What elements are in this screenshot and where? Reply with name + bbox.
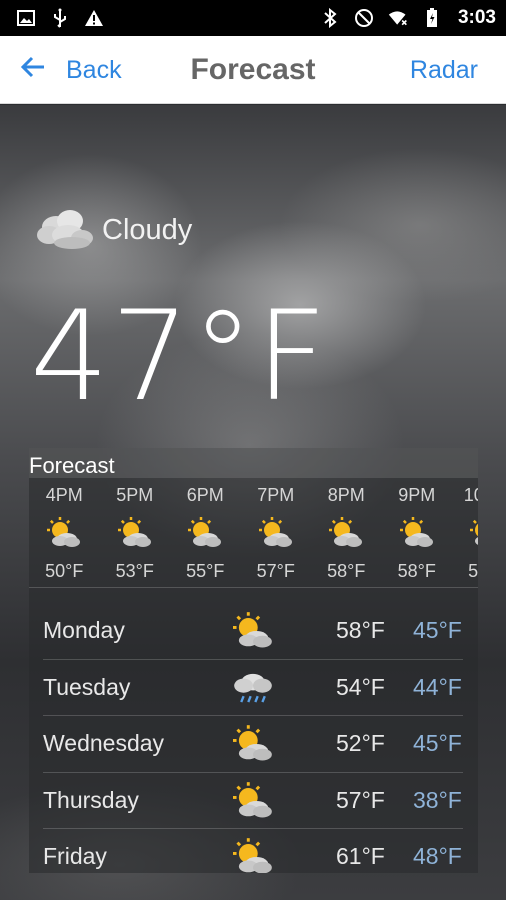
hour-temp: 58°F [468, 561, 478, 581]
hourly-item: 5PM 53°F [100, 482, 171, 590]
app-bar: Back Forecast Radar [0, 36, 506, 104]
wifi-icon [388, 8, 408, 28]
current-conditions: Cloudy [34, 205, 192, 256]
bluetooth-icon [320, 8, 340, 28]
day-name: Wednesday [43, 730, 165, 756]
daily-row[interactable]: Monday 58°F 45°F [43, 603, 463, 660]
hour-time: 8PM [327, 485, 365, 505]
hourly-item: 6PM 55°F [170, 482, 241, 590]
hourly-item: 8PM 58°F [311, 482, 382, 590]
partly-sunny-icon [469, 508, 478, 558]
hour-time: 10PM [463, 485, 478, 505]
hour-temp: 57°F [256, 561, 295, 581]
daily-row[interactable]: Wednesday 52°F 45°F [43, 716, 463, 773]
warning-icon [84, 8, 104, 28]
day-low: 38°F [413, 786, 462, 813]
hour-time: 4PM [45, 485, 83, 505]
radar-button[interactable]: Radar [410, 36, 478, 104]
partly-sunny-icon [187, 508, 223, 558]
partly-sunny-icon [399, 508, 435, 558]
partly-sunny-icon [46, 508, 82, 558]
day-low: 44°F [413, 673, 462, 700]
hour-time: 5PM [116, 485, 154, 505]
hourly-item: 10PM 58°F [452, 482, 478, 590]
arrow-left-icon [20, 55, 46, 86]
hourly-item: 7PM 57°F [241, 482, 312, 590]
partly-sunny-icon [328, 508, 364, 558]
usb-icon [50, 8, 70, 28]
current-condition: Cloudy [102, 214, 193, 246]
hourly-item: 9PM 58°F [382, 482, 453, 590]
partly-sunny-icon [231, 837, 275, 873]
day-name: Friday [43, 843, 107, 869]
battery-icon [422, 8, 442, 28]
rain-icon [231, 668, 275, 713]
cloud-icon [34, 205, 96, 256]
hour-temp: 55°F [186, 561, 225, 581]
hour-temp: 50°F [45, 561, 84, 581]
day-high: 57°F [336, 786, 385, 813]
do-not-disturb-icon [354, 8, 374, 28]
daily-forecast: Monday 58°F 45°F Tuesday 54°F 44°F Wedne… [43, 603, 463, 873]
status-right: 3:03 [320, 7, 496, 29]
image-icon [16, 8, 36, 28]
hour-temp: 53°F [115, 561, 154, 581]
day-high: 61°F [336, 843, 385, 869]
hour-temp: 58°F [327, 561, 366, 581]
partly-sunny-icon [231, 724, 275, 769]
hourly-item: 4PM 50°F [29, 482, 100, 590]
hour-time: 7PM [257, 485, 295, 505]
daily-row[interactable]: Thursday 57°F 38°F [43, 773, 463, 829]
hour-temp: 58°F [397, 561, 436, 581]
daily-row[interactable]: Tuesday 54°F 44°F [43, 660, 463, 716]
forecast-title: Forecast [29, 453, 115, 478]
day-name: Thursday [43, 786, 139, 813]
status-bar: 3:03 [0, 0, 506, 36]
current-temperature: 47°F [30, 285, 330, 429]
day-high: 52°F [336, 730, 385, 756]
day-name: Tuesday [43, 673, 131, 700]
daily-row[interactable]: Friday 61°F 48°F [43, 829, 463, 873]
forecast-panel: Forecast 4PM 50°F 5PM 53°F 6PM 55°F 7PM … [29, 448, 478, 873]
hourly-forecast[interactable]: 4PM 50°F 5PM 53°F 6PM 55°F 7PM 57°F 8PM … [29, 482, 478, 590]
day-name: Monday [43, 617, 125, 643]
back-button[interactable]: Back [20, 36, 122, 104]
hour-time: 6PM [186, 485, 224, 505]
hour-time: 9PM [398, 485, 436, 505]
day-high: 58°F [336, 617, 385, 643]
status-left [16, 8, 104, 28]
partly-sunny-icon [258, 508, 294, 558]
partly-sunny-icon [231, 611, 275, 656]
day-low: 48°F [413, 843, 462, 869]
partly-sunny-icon [231, 781, 275, 826]
day-low: 45°F [413, 730, 462, 756]
day-high: 54°F [336, 673, 385, 700]
divider [29, 587, 478, 588]
back-label: Back [66, 55, 122, 84]
partly-sunny-icon [117, 508, 153, 558]
day-low: 45°F [413, 617, 462, 643]
status-time: 3:03 [457, 7, 496, 28]
